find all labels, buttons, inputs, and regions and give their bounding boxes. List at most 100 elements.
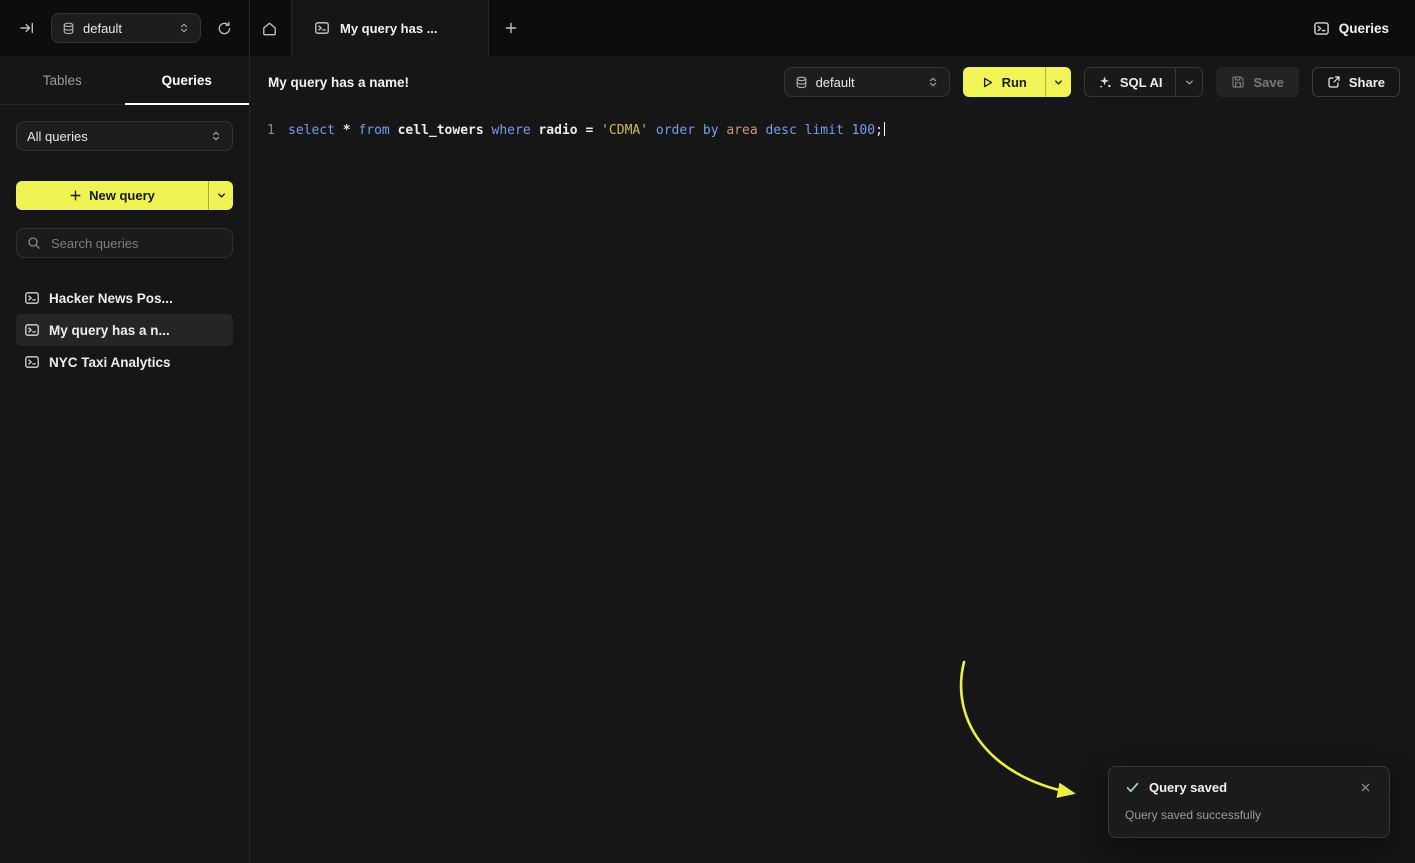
chevron-down-icon bbox=[1184, 77, 1195, 88]
refresh-icon bbox=[217, 21, 232, 36]
query-list-item[interactable]: My query has a n... bbox=[16, 314, 233, 346]
query-list-item[interactable]: NYC Taxi Analytics bbox=[16, 346, 233, 378]
queries-filter-select[interactable]: All queries bbox=[16, 121, 233, 151]
database-icon bbox=[62, 22, 75, 35]
sql-token: select bbox=[288, 123, 343, 138]
query-icon bbox=[314, 20, 330, 36]
new-query-button-group: New query bbox=[16, 181, 233, 210]
new-tab-button[interactable] bbox=[501, 18, 521, 38]
database-selector-main[interactable]: default bbox=[784, 67, 950, 97]
sql-code: select * from cell_towers where radio = … bbox=[288, 122, 885, 140]
sidebar-collapse-icon bbox=[19, 20, 35, 36]
database-icon bbox=[795, 76, 808, 89]
sql-token: limit bbox=[805, 123, 852, 138]
sql-token: order by bbox=[656, 123, 726, 138]
plus-icon bbox=[504, 21, 518, 35]
sidebar-body: All queries New query bbox=[0, 105, 249, 394]
tab-queries-label: Queries bbox=[162, 73, 212, 88]
queries-icon bbox=[1313, 20, 1330, 37]
database-selector-main-value: default bbox=[816, 75, 855, 90]
toast-notification: Query saved Query saved successfully bbox=[1108, 766, 1390, 838]
top-bar-left: default bbox=[0, 0, 250, 56]
main-panel: My query has a name! default Run bbox=[250, 56, 1415, 863]
sql-token: 'CDMA' bbox=[601, 123, 656, 138]
top-bar: default My query has ... bbox=[0, 0, 1415, 56]
app-root: default My query has ... bbox=[0, 0, 1415, 863]
query-list-item[interactable]: Hacker News Pos... bbox=[16, 282, 233, 314]
sql-token: = bbox=[585, 123, 601, 138]
save-button[interactable]: Save bbox=[1216, 67, 1298, 97]
tab-tables-label: Tables bbox=[43, 73, 82, 88]
sidebar-collapse-button[interactable] bbox=[16, 17, 38, 39]
chevrons-up-down-icon bbox=[178, 22, 190, 34]
sql-token: 100 bbox=[852, 123, 875, 138]
code-line: 1 select * from cell_towers where radio … bbox=[250, 122, 1415, 140]
chevron-down-icon bbox=[1053, 77, 1064, 88]
query-item-label: NYC Taxi Analytics bbox=[49, 355, 171, 370]
query-title[interactable]: My query has a name! bbox=[268, 75, 409, 90]
sql-ai-button-group: SQL AI bbox=[1084, 67, 1204, 97]
sql-token: where bbox=[492, 123, 539, 138]
run-button-group: Run bbox=[963, 67, 1071, 97]
database-selector-value: default bbox=[83, 21, 122, 36]
chevron-down-icon bbox=[216, 190, 227, 201]
queries-indicator-label: Queries bbox=[1339, 21, 1389, 36]
database-selector[interactable]: default bbox=[51, 13, 201, 43]
sql-ai-button[interactable]: SQL AI bbox=[1085, 68, 1176, 96]
share-button[interactable]: Share bbox=[1312, 67, 1400, 97]
toast-title: Query saved bbox=[1149, 780, 1227, 795]
run-button[interactable]: Run bbox=[963, 67, 1045, 97]
text-cursor bbox=[884, 122, 886, 136]
search-icon bbox=[27, 236, 41, 250]
new-query-button[interactable]: New query bbox=[16, 181, 208, 210]
save-button-label: Save bbox=[1253, 75, 1283, 90]
query-header: My query has a name! default Run bbox=[250, 56, 1415, 108]
run-button-label: Run bbox=[1002, 75, 1027, 90]
toast-close-button[interactable] bbox=[1358, 780, 1373, 795]
home-button[interactable] bbox=[258, 17, 281, 40]
query-tab-label: My query has ... bbox=[340, 21, 438, 36]
query-item-label: My query has a n... bbox=[49, 323, 170, 338]
share-icon bbox=[1327, 75, 1341, 89]
play-icon bbox=[981, 76, 994, 89]
home-icon bbox=[261, 20, 278, 37]
tab-queries[interactable]: Queries bbox=[125, 56, 250, 104]
toast-message: Query saved successfully bbox=[1125, 808, 1373, 822]
sql-ai-label: SQL AI bbox=[1120, 75, 1163, 90]
new-query-label: New query bbox=[89, 188, 155, 203]
sql-token: area bbox=[726, 123, 765, 138]
search-queries-box bbox=[16, 228, 233, 258]
chevrons-up-down-icon bbox=[210, 130, 222, 142]
chevrons-up-down-icon bbox=[927, 76, 939, 88]
toast-header: Query saved bbox=[1125, 780, 1373, 795]
sql-token: cell_towers bbox=[398, 123, 492, 138]
sparkle-icon bbox=[1098, 75, 1112, 89]
query-icon bbox=[24, 354, 40, 370]
query-list: Hacker News Pos... My query has a n... N… bbox=[16, 282, 233, 378]
sql-token: ; bbox=[875, 123, 883, 138]
search-queries-input[interactable] bbox=[49, 235, 222, 252]
new-query-dropdown-button[interactable] bbox=[208, 181, 233, 210]
sql-token: from bbox=[358, 123, 397, 138]
refresh-button[interactable] bbox=[214, 18, 235, 39]
run-options-button[interactable] bbox=[1045, 67, 1071, 97]
sidebar: Tables Queries All queries New query bbox=[0, 56, 250, 863]
query-icon bbox=[24, 290, 40, 306]
save-icon bbox=[1231, 75, 1245, 89]
line-number: 1 bbox=[250, 122, 288, 140]
queries-indicator[interactable]: Queries bbox=[1313, 20, 1389, 37]
query-icon bbox=[24, 322, 40, 338]
tab-tables[interactable]: Tables bbox=[0, 56, 125, 104]
check-icon bbox=[1125, 780, 1140, 795]
sql-token: radio bbox=[538, 123, 585, 138]
sql-token: desc bbox=[766, 123, 805, 138]
plus-icon bbox=[69, 189, 82, 202]
top-bar-main: My query has ... Queries bbox=[250, 0, 1415, 56]
query-item-label: Hacker News Pos... bbox=[49, 291, 173, 306]
queries-filter-value: All queries bbox=[27, 129, 88, 144]
sql-editor[interactable]: 1 select * from cell_towers where radio … bbox=[250, 108, 1415, 863]
sql-ai-options-button[interactable] bbox=[1175, 68, 1202, 96]
sql-token: * bbox=[343, 123, 359, 138]
query-tab[interactable]: My query has ... bbox=[291, 0, 489, 56]
share-button-label: Share bbox=[1349, 75, 1385, 90]
